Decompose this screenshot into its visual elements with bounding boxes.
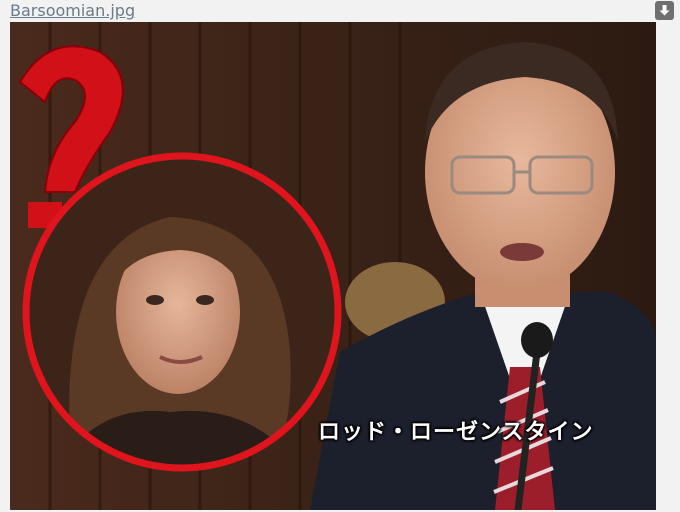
file-name-link[interactable]: Barsoomian.jpg bbox=[10, 1, 135, 21]
download-arrow-icon bbox=[659, 5, 670, 16]
download-button[interactable] bbox=[655, 1, 674, 20]
image-viewer: Barsoomian.jpg ロッド・ローゼンスタイン bbox=[0, 0, 680, 512]
name-caption: ロッド・ローゼンスタイン bbox=[318, 419, 594, 445]
